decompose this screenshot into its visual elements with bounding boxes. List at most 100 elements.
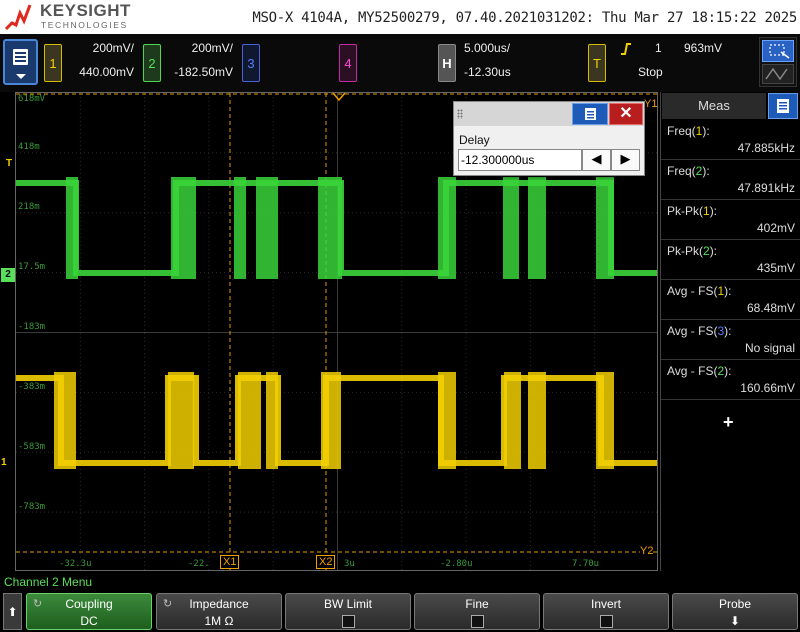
- channel-1-trace-burst: [528, 372, 546, 469]
- checkbox-icon: [471, 615, 484, 628]
- measurements-panel: Meas Freq(1): 47.885kHz Freq(2): 47.891kHz P…: [660, 92, 800, 571]
- softkey-impedance[interactable]: ↻ Impedance 1M Ω: [156, 593, 282, 630]
- down-arrow-icon: ⬇: [729, 614, 741, 628]
- cursor-y1-marker[interactable]: Y1: [644, 98, 657, 110]
- channel-2-button[interactable]: 2: [143, 44, 161, 82]
- measurement-item[interactable]: Freq(1): 47.885kHz: [661, 120, 800, 160]
- trigger-level: 963mV: [684, 41, 723, 55]
- softkey-invert[interactable]: Invert: [543, 593, 669, 630]
- measurement-name: Freq(2):: [667, 164, 710, 178]
- menu-icon: [777, 99, 789, 113]
- softkey-label: Coupling: [65, 597, 113, 611]
- measurement-item[interactable]: Pk-Pk(1): 402mV: [661, 200, 800, 240]
- checkbox-icon: [342, 615, 355, 628]
- softkey-probe[interactable]: Probe ⬇: [672, 593, 798, 630]
- measurement-value: 435mV: [756, 261, 795, 275]
- channel-1-trace-burst: [596, 372, 614, 469]
- menu-title: Channel 2 Menu: [4, 575, 93, 589]
- title-bar: KEYSIGHT TECHNOLOGIES MSO-X 4104A, MY525…: [0, 0, 800, 34]
- dropdown-arrow-icon: [16, 74, 26, 79]
- measurement-list: Freq(1): 47.885kHz Freq(2): 47.891kHz Pk-Pk(…: [661, 120, 800, 400]
- cursor-y2-marker[interactable]: Y2: [640, 545, 654, 557]
- channel-2-ground-marker[interactable]: 2: [1, 268, 15, 282]
- channel-4-button[interactable]: 4: [339, 44, 357, 82]
- softkey-label: BW Limit: [324, 597, 372, 611]
- y-axis-label: 418m: [18, 142, 40, 152]
- channel-1-trace-burst: [54, 372, 76, 469]
- cursor-x2-marker[interactable]: X2: [316, 555, 336, 569]
- waveform-shape-icon: [762, 64, 794, 84]
- add-measurement-button[interactable]: +: [723, 412, 734, 433]
- delay-popup: ✕ Delay -12.300000us ◀ ▶: [453, 101, 645, 176]
- softkey-coupling[interactable]: ↻ Coupling DC: [26, 593, 152, 630]
- cursor-x1-marker[interactable]: X1: [220, 555, 240, 569]
- softkey-value: 1M Ω: [204, 614, 234, 628]
- horizontal-button[interactable]: H: [438, 44, 456, 82]
- trigger-button[interactable]: T: [588, 44, 606, 82]
- meas-tab[interactable]: Meas: [662, 93, 766, 119]
- close-button[interactable]: ✕: [609, 103, 643, 125]
- y-axis-label: 618mV: [18, 94, 46, 104]
- main-menu-button[interactable]: [3, 39, 38, 85]
- instrument-title: MSO-X 4104A, MY52500279, 07.40.202103120…: [252, 10, 797, 26]
- channel-2-trace-burst: [318, 177, 342, 279]
- channel-2-trace-burst: [171, 177, 196, 279]
- run-status: Stop: [638, 65, 663, 79]
- measurement-item[interactable]: Avg - FS(3): No signal: [661, 320, 800, 360]
- softkey-fine[interactable]: Fine: [414, 593, 540, 630]
- trigger-source: 1: [655, 41, 662, 55]
- measurement-item[interactable]: Pk-Pk(2): 435mV: [661, 240, 800, 280]
- touch-zoom-button[interactable]: [759, 37, 797, 87]
- y-axis-label: -783m: [18, 502, 46, 512]
- channel-1-ground-marker[interactable]: 1: [1, 457, 7, 468]
- measurement-value: 160.66mV: [740, 381, 795, 395]
- y-axis-label: -383m: [18, 382, 46, 392]
- delay-input[interactable]: -12.300000us: [458, 149, 582, 171]
- delay-label: Delay: [459, 133, 490, 147]
- measurement-value: 68.48mV: [746, 301, 795, 315]
- measurement-name: Pk-Pk(1):: [667, 204, 718, 218]
- channel-1-trace-burst: [168, 372, 194, 469]
- measurement-value: 47.885kHz: [737, 141, 795, 155]
- x-axis-label: 3u: [344, 559, 355, 569]
- measurement-item[interactable]: Freq(2): 47.891kHz: [661, 160, 800, 200]
- channel-3-button[interactable]: 3: [242, 44, 260, 82]
- timebase-value: 5.000us/: [464, 41, 511, 55]
- checkbox-icon: [600, 615, 613, 628]
- channel-1-scale: 200mV/: [92, 41, 134, 55]
- measurement-item[interactable]: Avg - FS(2): 160.66mV: [661, 360, 800, 400]
- delay-decrement-button[interactable]: ◀: [582, 149, 611, 171]
- softkey-value: DC: [80, 614, 98, 628]
- menu-icon: [585, 108, 596, 120]
- channel-1-trace-burst: [504, 372, 521, 469]
- y-axis-label: -183m: [18, 322, 46, 332]
- channel-2-trace-burst: [234, 177, 246, 279]
- y-axis-label: 17.5m: [18, 262, 46, 272]
- rising-edge-icon: [621, 43, 631, 55]
- menu-icon: [13, 49, 28, 65]
- channel-1-button[interactable]: 1: [44, 44, 62, 82]
- keysight-logo-icon: [4, 4, 32, 31]
- channel-2-trace-burst: [503, 177, 519, 279]
- meas-menu-button[interactable]: [768, 93, 798, 119]
- popup-header[interactable]: ✕: [454, 102, 644, 126]
- channel-2-offset: -182.50mV: [174, 65, 233, 79]
- channel-1-trace-burst: [321, 372, 341, 469]
- zoom-box-icon: [762, 40, 794, 62]
- y-axis-label: 218m: [18, 202, 40, 212]
- channel-2-scale: 200mV/: [191, 41, 233, 55]
- measurement-value: 402mV: [756, 221, 795, 235]
- delay-value: -12.30us: [464, 65, 511, 79]
- measurement-item[interactable]: Avg - FS(1): 68.48mV: [661, 280, 800, 320]
- softkey-bar: ⬆ ↻ Coupling DC ↻ Impedance 1M Ω BW Limit Fine I…: [0, 591, 800, 632]
- x-axis-label: -32.3u: [59, 559, 92, 569]
- brand-name: KEYSIGHT: [40, 1, 131, 20]
- softkey-bw-limit[interactable]: BW Limit: [285, 593, 411, 630]
- back-button[interactable]: ⬆: [3, 593, 22, 630]
- popup-menu-button[interactable]: [572, 103, 608, 125]
- drag-handle-icon[interactable]: [457, 109, 463, 119]
- channel-2-trace-burst: [596, 177, 614, 279]
- channel-1-trace-burst: [266, 372, 278, 469]
- delay-increment-button[interactable]: ▶: [611, 149, 640, 171]
- channel-2-trace-burst: [66, 177, 78, 279]
